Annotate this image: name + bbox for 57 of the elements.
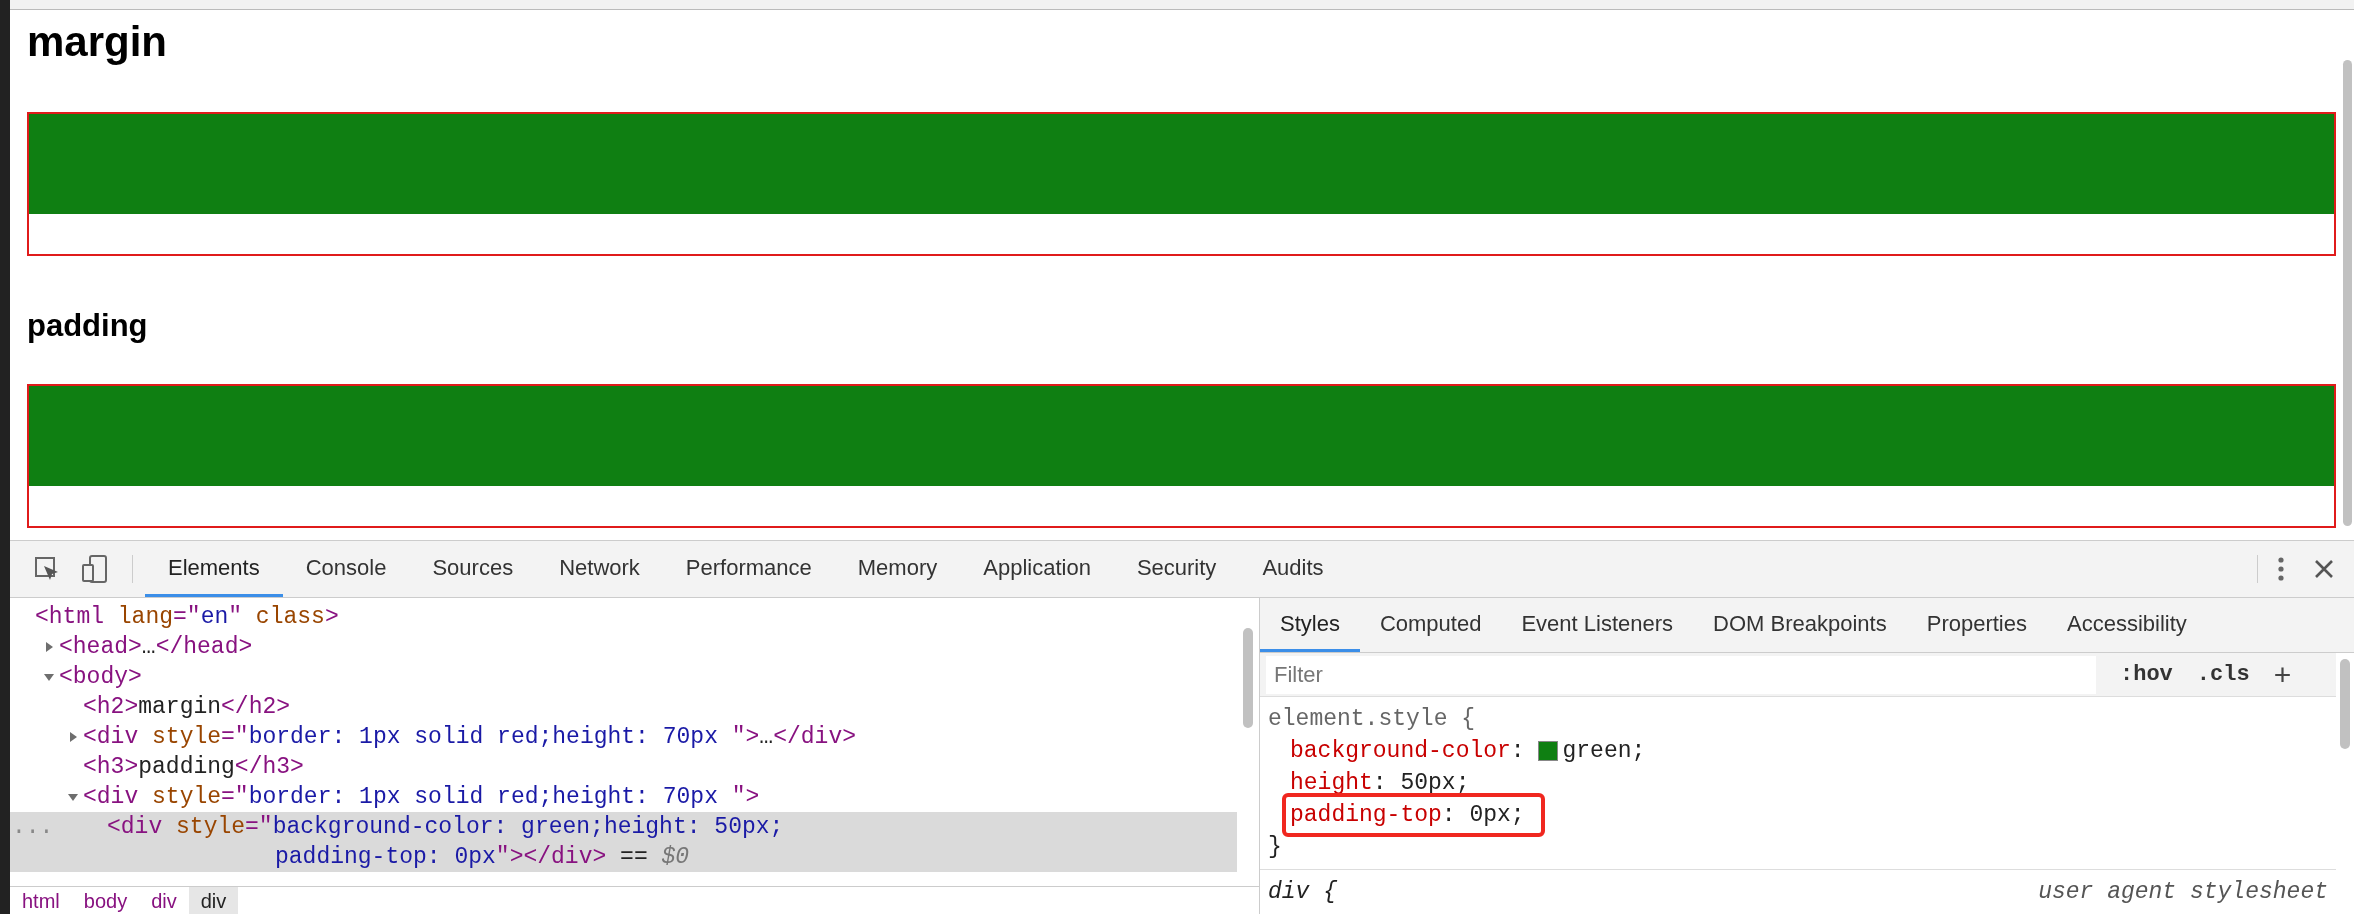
tree-row[interactable]: <div style="border: 1px solid red;height: 70px ">…</div> (10, 722, 1237, 752)
rule-source: user agent stylesheet (2038, 878, 2328, 907)
devtools-tab[interactable]: Security (1113, 541, 1240, 597)
devtools-tab[interactable]: Elements (145, 541, 283, 597)
new-rule-button[interactable]: + (2273, 659, 2292, 690)
sidebar-tab[interactable]: Properties (1906, 598, 2047, 652)
color-swatch[interactable] (1538, 741, 1559, 761)
sidebar-tab[interactable]: DOM Breakpoints (1693, 598, 1907, 652)
filter-field[interactable]: Filter (1266, 655, 2096, 694)
markup-text: <html lang="en" class> (35, 602, 339, 632)
devtools-tab[interactable]: Memory (834, 541, 961, 597)
devtools-tab[interactable]: Performance (662, 541, 835, 597)
selection-marker: ... (12, 813, 54, 842)
markup-text: <div style="background-color: green;height: 50px; (107, 812, 784, 842)
collapsed-triangle-icon[interactable] (67, 731, 79, 743)
breadcrumb[interactable]: div (188, 887, 239, 914)
rule-selector: div { (1268, 878, 1337, 907)
hover-state-toggle[interactable]: :hov (2120, 658, 2173, 691)
section-heading: margin (27, 18, 169, 66)
markup-text: <h2>margin</h2> (83, 692, 291, 722)
css-declaration: background-color: green; (1289, 737, 1647, 766)
rule-selector: element.style { (1268, 705, 1476, 734)
devtools-tab[interactable]: Network (536, 541, 663, 597)
tree-row[interactable]: <h3>padding</h3> (10, 752, 1237, 782)
markup-text: <head>…</head> (59, 632, 253, 662)
markup-text: <div style="border: 1px solid red;height: 70px ">…</div> (83, 722, 856, 752)
more-options-icon[interactable] (2278, 557, 2284, 581)
breadcrumb[interactable]: html (10, 887, 72, 914)
tree-row[interactable]: <h2>margin</h2> (10, 692, 1237, 722)
sidebar-tab[interactable]: Event Listeners (1501, 598, 1694, 652)
rule-close-brace: } (1268, 833, 1282, 862)
section-heading: padding (27, 308, 149, 344)
sidebar-tab[interactable]: Accessibility (2047, 598, 2207, 652)
tree-row[interactable]: ... <div style="background-color: green;height: 50px; padding-top: 0px"></div> == $0 (10, 812, 1237, 872)
markup-text: <h3>padding</h3> (83, 752, 304, 782)
tree-row[interactable]: <head>…</head> (10, 632, 1237, 662)
collapsed-triangle-icon[interactable] (43, 641, 55, 653)
devtools-tab[interactable]: Application (960, 541, 1114, 597)
expanded-triangle-icon[interactable] (67, 791, 79, 803)
devtools-tab[interactable]: Audits (1239, 541, 1347, 597)
expanded-triangle-icon[interactable] (43, 671, 55, 683)
markup-text: padding-top: 0px"></div> == $0 (275, 842, 690, 872)
close-icon[interactable] (2314, 559, 2334, 579)
sidebar-tab[interactable]: Computed (1359, 598, 1502, 652)
tree-row[interactable]: <body> (10, 662, 1237, 692)
breadcrumb[interactable]: div (139, 887, 189, 914)
markup-text: <div style="border: 1px solid red;height: 70px "> (83, 782, 760, 812)
devtools-tab[interactable]: Sources (409, 541, 537, 597)
device-icon[interactable] (82, 555, 108, 583)
inspect-cursor-icon[interactable] (34, 556, 60, 582)
breadcrumb[interactable]: body (71, 887, 140, 914)
class-toggle[interactable]: .cls (2196, 658, 2250, 691)
devtools-tab[interactable]: Console (282, 541, 410, 597)
css-declaration: padding-top: 0px; (1282, 793, 1545, 837)
tree-row[interactable]: <html lang="en" class> (10, 602, 1237, 632)
tree-row[interactable]: <div style="border: 1px solid red;height: 70px "> (10, 782, 1237, 812)
markup-text: <body> (59, 662, 142, 692)
